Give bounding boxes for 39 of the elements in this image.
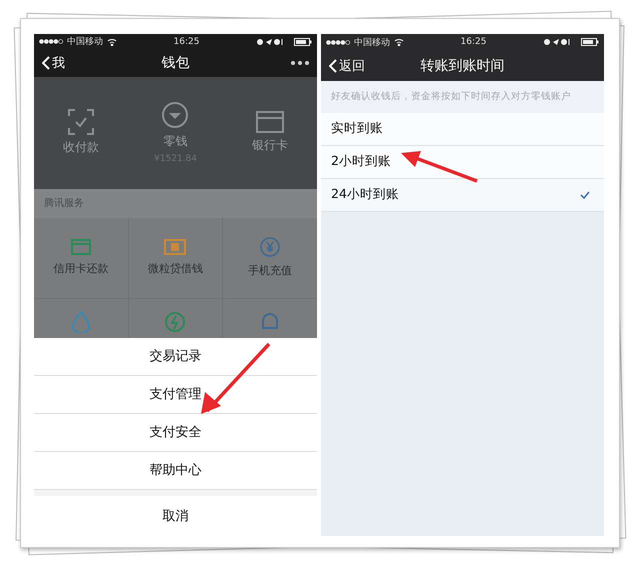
battery-icon bbox=[581, 38, 599, 46]
service-label: 手机充值 bbox=[248, 263, 292, 278]
wifi-icon bbox=[394, 38, 404, 46]
signal-icon bbox=[39, 39, 63, 44]
back-button[interactable]: 我 bbox=[42, 54, 65, 72]
checkmark-icon bbox=[580, 190, 590, 198]
banknote-icon bbox=[164, 239, 186, 255]
hint-text: 好友确认收钱后，资金将按如下时间存入对方零钱账户 bbox=[321, 80, 604, 112]
sheet-item[interactable]: 支付安全 bbox=[34, 414, 317, 452]
option-row[interactable]: 2小时到账 bbox=[321, 146, 604, 178]
back-button[interactable]: 返回 bbox=[329, 56, 365, 74]
back-chevron-icon bbox=[42, 56, 50, 70]
coin-icon bbox=[161, 101, 190, 130]
nav-title: 转账到账时间 bbox=[420, 56, 504, 74]
service-label: 微粒贷借钱 bbox=[148, 261, 203, 276]
nav-title: 钱包 bbox=[162, 54, 190, 72]
option-row[interactable]: 实时到账 bbox=[321, 112, 604, 146]
service-label: 信用卡还款 bbox=[53, 261, 108, 276]
wifi-icon bbox=[107, 38, 117, 46]
bank-card-icon bbox=[256, 111, 284, 134]
sheet-item[interactable]: 帮助中心 bbox=[34, 452, 317, 490]
sheet-item[interactable]: 支付管理 bbox=[34, 376, 317, 414]
credit-card-icon bbox=[70, 239, 91, 255]
cancel-button[interactable]: 取消 bbox=[34, 496, 317, 536]
status-time: 16:25 bbox=[174, 36, 200, 47]
back-chevron-icon bbox=[329, 58, 337, 72]
yen-icon bbox=[260, 237, 280, 257]
scan-icon bbox=[68, 109, 94, 136]
section-label: 腾讯服务 bbox=[44, 196, 84, 210]
bolt-icon bbox=[164, 310, 186, 332]
status-time: 16:25 bbox=[460, 37, 486, 47]
battery-icon bbox=[294, 38, 312, 46]
sheet-item[interactable]: 交易记录 bbox=[34, 338, 317, 376]
drop-icon bbox=[70, 310, 91, 332]
carrier-name: 中国移动 bbox=[67, 36, 103, 48]
carrier-name: 中国移动 bbox=[354, 36, 390, 48]
more-icon[interactable] bbox=[291, 61, 309, 66]
option-row[interactable]: 24小时到账 bbox=[321, 178, 604, 212]
signal-icon bbox=[326, 40, 350, 44]
